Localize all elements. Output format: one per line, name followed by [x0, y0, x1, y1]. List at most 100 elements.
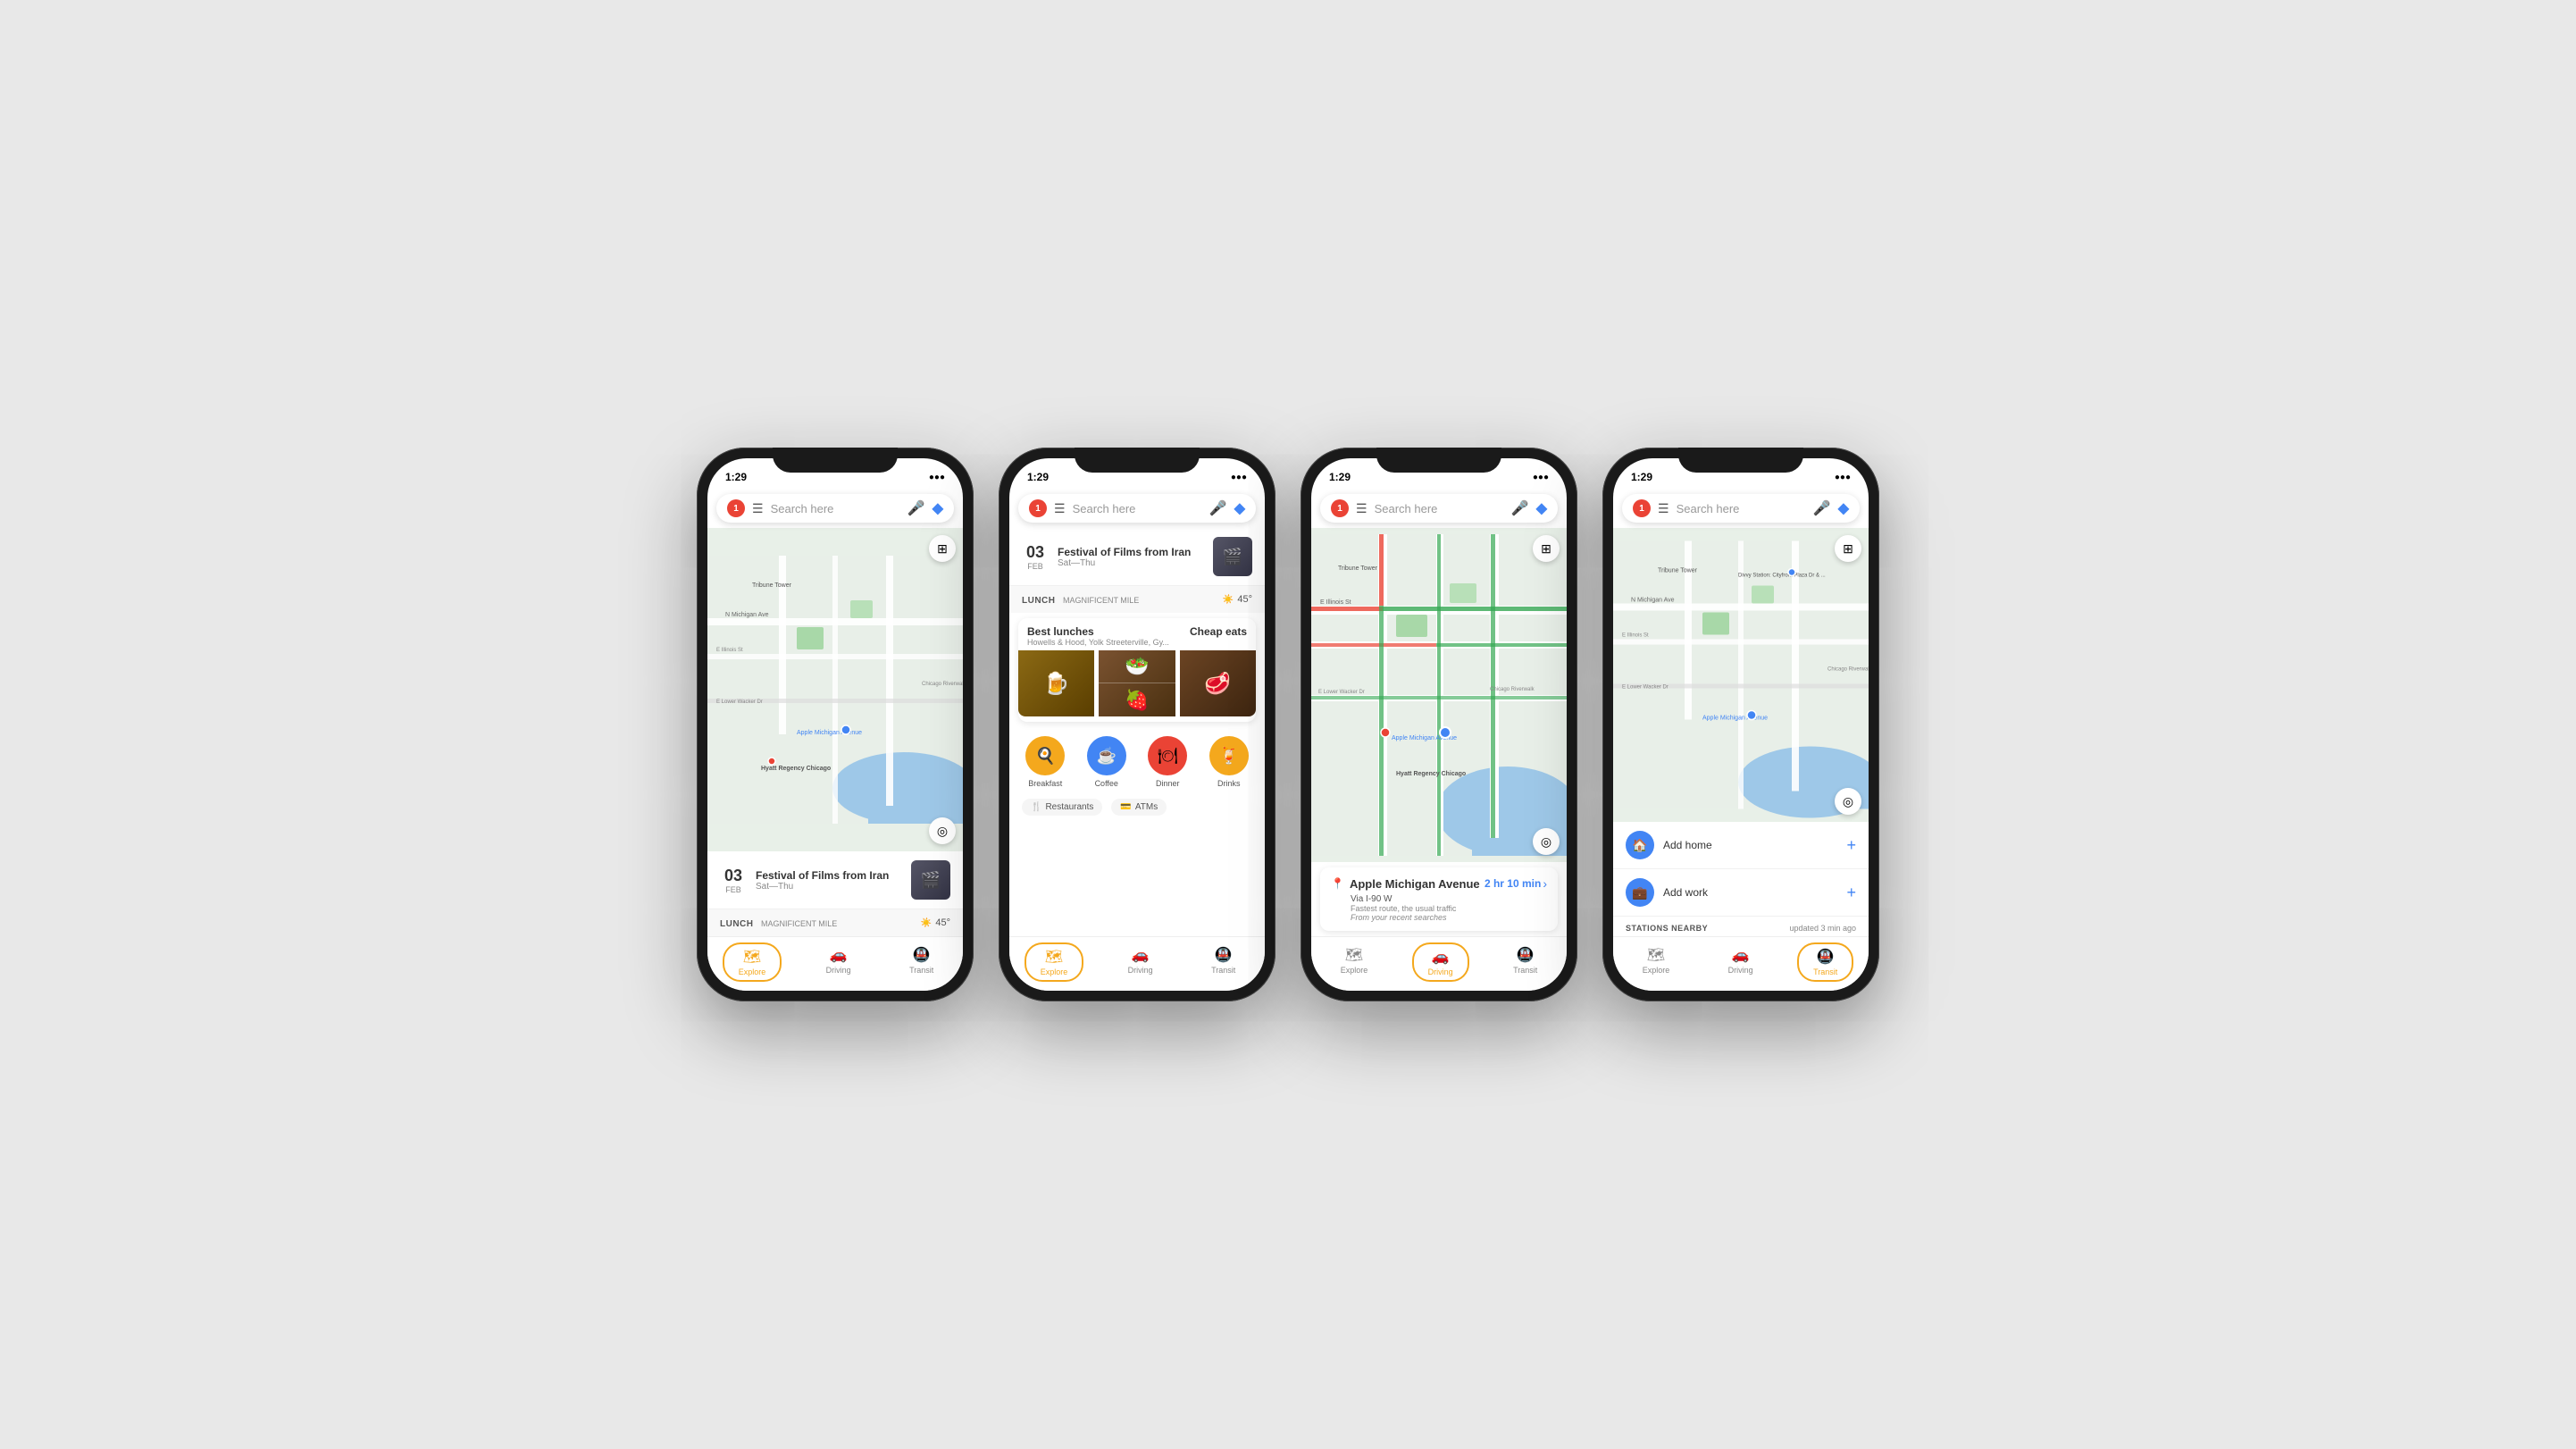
food-cat-coffee[interactable]: ☕ Coffee [1087, 736, 1126, 788]
restaurants-chip[interactable]: 🍴 Restaurants [1022, 799, 1102, 816]
bottom-nav-3: 🗺 Explore 🚗 Driving 🚇 Transit [1311, 936, 1567, 991]
traffic-map-svg: E Illinois St E Lower Wacker Dr Chicago … [1311, 528, 1567, 862]
alert-badge-4: 1 [1633, 499, 1651, 517]
menu-icon-2: ☰ [1054, 501, 1066, 516]
direction-card[interactable]: 📍 Apple Michigan Avenue 2 hr 10 min › Vi… [1320, 867, 1558, 931]
mic-icon-4[interactable]: 🎤 [1813, 499, 1831, 517]
status-icons-2: ●●● [1231, 473, 1247, 482]
layers-btn-1[interactable]: ⊞ [929, 535, 956, 562]
time-1: 1:29 [725, 471, 747, 483]
status-icons-3: ●●● [1533, 473, 1549, 482]
add-work-row[interactable]: 💼 Add work + [1613, 869, 1869, 917]
food-cat-breakfast[interactable]: 🍳 Breakfast [1025, 736, 1065, 788]
stations-header: STATIONS NEARBY updated 3 min ago [1613, 917, 1869, 936]
nav-transit-3[interactable]: 🚇 Transit [1499, 942, 1551, 982]
event-card-1[interactable]: 03 FEB Festival of Films from Iran Sat—T… [707, 851, 963, 909]
lunch-header-1: LUNCH MAGNIFICENT MILE ☀️ 45° [707, 909, 963, 936]
alert-badge-2: 1 [1029, 499, 1047, 517]
nav-explore-4[interactable]: 🗺 Explore [1628, 942, 1685, 982]
svg-text:Tribune Tower: Tribune Tower [752, 582, 792, 589]
explore-icon-3: 🗺 [1345, 946, 1363, 964]
mic-icon-3[interactable]: 🎤 [1511, 499, 1529, 517]
arrow-right-icon: › [1543, 876, 1547, 891]
search-bar-2[interactable]: 1 ☰ Search here 🎤 ◆ [1018, 494, 1256, 523]
home-icon: 🏠 [1632, 838, 1647, 853]
bottom-nav-1: 🗺 Explore 🚗 Driving 🚇 Transit [707, 936, 963, 991]
add-home-plus: + [1846, 836, 1856, 855]
phone-1: 1:29 ●●● 1 ☰ Search here 🎤 ◆ [697, 448, 974, 1001]
notch-4 [1678, 448, 1803, 473]
services-row: 🍴 Restaurants 💳 ATMs [1009, 793, 1265, 821]
nav-explore-1[interactable]: 🗺 Explore [723, 942, 782, 982]
svg-text:Chicago Riverwalk: Chicago Riverwalk [1490, 687, 1535, 692]
event-date-1: 03 FEB [720, 867, 747, 894]
time-2: 1:29 [1027, 471, 1049, 483]
svg-text:N Michigan Ave: N Michigan Ave [1631, 598, 1675, 604]
add-home-row[interactable]: 🏠 Add home + [1613, 822, 1869, 869]
notch-2 [1075, 448, 1200, 473]
time-4: 1:29 [1631, 471, 1652, 483]
layers-btn-3[interactable]: ⊞ [1533, 535, 1560, 562]
food-photo-1: 🍺 [1018, 650, 1094, 716]
event-card-2[interactable]: 03 FEB Festival of Films from Iran Sat—T… [1009, 528, 1265, 586]
svg-text:E Lower Wacker Dr: E Lower Wacker Dr [716, 699, 763, 705]
nav-explore-3[interactable]: 🗺 Explore [1326, 942, 1383, 982]
svg-text:Apple Michigan Avenue: Apple Michigan Avenue [797, 730, 862, 736]
add-work-label: Add work [1663, 886, 1837, 899]
cheap-eats-title: Cheap eats [1190, 625, 1247, 647]
svg-text:Chicago Riverwalk: Chicago Riverwalk [922, 682, 963, 687]
svg-text:Tribune Tower: Tribune Tower [1338, 565, 1378, 572]
nav-transit-1[interactable]: 🚇 Transit [895, 942, 948, 982]
nav-icon-3: ◆ [1536, 499, 1547, 517]
breakfast-icon: 🍳 [1035, 747, 1055, 766]
nav-explore-2[interactable]: 🗺 Explore [1025, 942, 1084, 982]
mic-icon-1[interactable]: 🎤 [907, 499, 925, 517]
phone-3: 1:29 ●●● 1 ☰ Search here 🎤 ◆ [1301, 448, 1577, 1001]
event-date-2: 03 FEB [1022, 543, 1049, 571]
food-cat-dinner[interactable]: 🍽 Dinner [1148, 736, 1187, 788]
atms-chip[interactable]: 💳 ATMs [1111, 799, 1167, 816]
transit-map-svg: N Michigan Ave E Lower Wacker Dr Chicago… [1613, 528, 1869, 822]
nav-driving-4[interactable]: 🚗 Driving [1714, 942, 1768, 982]
svg-text:Chicago Riverwalk: Chicago Riverwalk [1827, 667, 1869, 673]
best-lunches-title: Best lunches [1027, 625, 1169, 638]
svg-text:Divvy Station: Cityfront Plaza: Divvy Station: Cityfront Plaza Dr & ... [1738, 574, 1826, 579]
nav-driving-1[interactable]: 🚗 Driving [812, 942, 866, 982]
location-btn-3[interactable]: ◎ [1533, 828, 1560, 855]
drinks-icon: 🍹 [1219, 747, 1239, 766]
home-icon-circle: 🏠 [1626, 831, 1654, 859]
search-placeholder-2: Search here [1073, 502, 1202, 515]
work-icon: 💼 [1632, 885, 1647, 900]
svg-text:Tribune Tower: Tribune Tower [1658, 568, 1698, 574]
direction-via: Via I-90 W [1351, 894, 1547, 904]
driving-icon-1: 🚗 [830, 946, 848, 964]
map-svg-1: N Michigan Ave E Lower Wacker Dr Chicago… [707, 528, 963, 851]
nav-driving-3[interactable]: 🚗 Driving [1412, 942, 1469, 982]
map-area-4: N Michigan Ave E Lower Wacker Dr Chicago… [1613, 528, 1869, 822]
food-cat-drinks[interactable]: 🍹 Drinks [1209, 736, 1249, 788]
menu-icon-4: ☰ [1658, 501, 1669, 516]
best-lunches-card[interactable]: Best lunches Howells & Hood, Yolk Street… [1018, 618, 1256, 722]
driving-icon-3: 🚗 [1432, 948, 1450, 966]
location-btn-1[interactable]: ◎ [929, 817, 956, 844]
transit-icon-1: 🚇 [913, 946, 931, 964]
nav-transit-2[interactable]: 🚇 Transit [1197, 942, 1250, 982]
location-btn-4[interactable]: ◎ [1835, 788, 1861, 815]
food-photo-2: 🥗 🍓 [1099, 650, 1175, 716]
event-thumb-2: 🎬 [1213, 537, 1252, 576]
add-home-label: Add home [1663, 839, 1837, 851]
layers-btn-4[interactable]: ⊞ [1835, 535, 1861, 562]
mic-icon-2[interactable]: 🎤 [1209, 499, 1227, 517]
menu-icon-1: ☰ [752, 501, 764, 516]
nav-transit-4[interactable]: 🚇 Transit [1797, 942, 1853, 982]
svg-text:Hyatt Regency Chicago: Hyatt Regency Chicago [1396, 771, 1466, 777]
nav-driving-2[interactable]: 🚗 Driving [1114, 942, 1167, 982]
driving-icon-4: 🚗 [1732, 946, 1750, 964]
food-photos: 🍺 🥗 🍓 🥩 [1018, 650, 1256, 722]
search-bar-4[interactable]: 1 ☰ Search here 🎤 ◆ [1622, 494, 1860, 523]
map-area-1: N Michigan Ave E Lower Wacker Dr Chicago… [707, 528, 963, 851]
search-bar-3[interactable]: 1 ☰ Search here 🎤 ◆ [1320, 494, 1558, 523]
search-bar-1[interactable]: 1 ☰ Search here 🎤 ◆ [716, 494, 954, 523]
food-categories: 🍳 Breakfast ☕ Coffee 🍽 Di [1009, 727, 1265, 793]
transit-icon-4: 🚇 [1817, 948, 1835, 966]
